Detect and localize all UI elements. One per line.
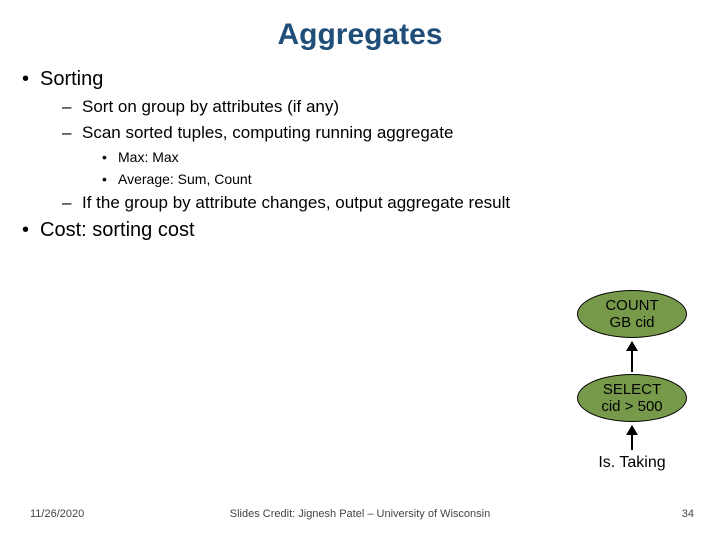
bullet-dash-icon: – (62, 193, 82, 213)
bullet-if-change: – If the group by attribute changes, out… (62, 193, 698, 213)
bullet-dot-icon: • (102, 171, 118, 187)
arrow-up-icon (631, 342, 633, 372)
bullet-dot-icon: • (22, 219, 40, 242)
bullet-dash-icon: – (62, 97, 82, 117)
footer-date: 11/26/2020 (30, 508, 84, 520)
bullet-dot-icon: • (22, 68, 40, 91)
plan-node-select: SELECT cid > 500 (577, 374, 687, 422)
plan-node-count: COUNT GB cid (577, 290, 687, 338)
bullet-sort-on-group: – Sort on group by attributes (if any) (62, 97, 698, 117)
footer-credit: Slides Credit: Jignesh Patel – Universit… (230, 508, 490, 520)
bullet-scan-sorted: – Scan sorted tuples, computing running … (62, 123, 698, 143)
footer-page-number: 34 (682, 508, 694, 520)
bullet-dash-icon: – (62, 123, 82, 143)
slide: Aggregates • Sorting – Sort on group by … (0, 0, 720, 540)
bullet-text: If the group by attribute changes, outpu… (82, 193, 510, 213)
node-label: COUNT GB cid (605, 297, 658, 332)
bullet-average: • Average: Sum, Count (102, 171, 698, 187)
bullet-dot-icon: • (102, 149, 118, 165)
bullet-cost: • Cost: sorting cost (22, 219, 698, 242)
arrow-up-icon (631, 426, 633, 450)
bullet-text: Max: Max (118, 149, 179, 165)
bullet-text: Scan sorted tuples, computing running ag… (82, 123, 453, 143)
slide-title: Aggregates (22, 18, 698, 52)
bullet-sorting: • Sorting (22, 68, 698, 91)
bullet-text: Average: Sum, Count (118, 171, 252, 187)
bullet-text: Sorting (40, 68, 103, 91)
plan-leaf: Is. Taking (598, 454, 665, 472)
bullet-text: Sort on group by attributes (if any) (82, 97, 339, 117)
query-plan-diagram: COUNT GB cid SELECT cid > 500 Is. Taking (572, 290, 692, 472)
bullet-max: • Max: Max (102, 149, 698, 165)
bullet-text: Cost: sorting cost (40, 219, 195, 242)
node-label: SELECT cid > 500 (601, 381, 662, 416)
